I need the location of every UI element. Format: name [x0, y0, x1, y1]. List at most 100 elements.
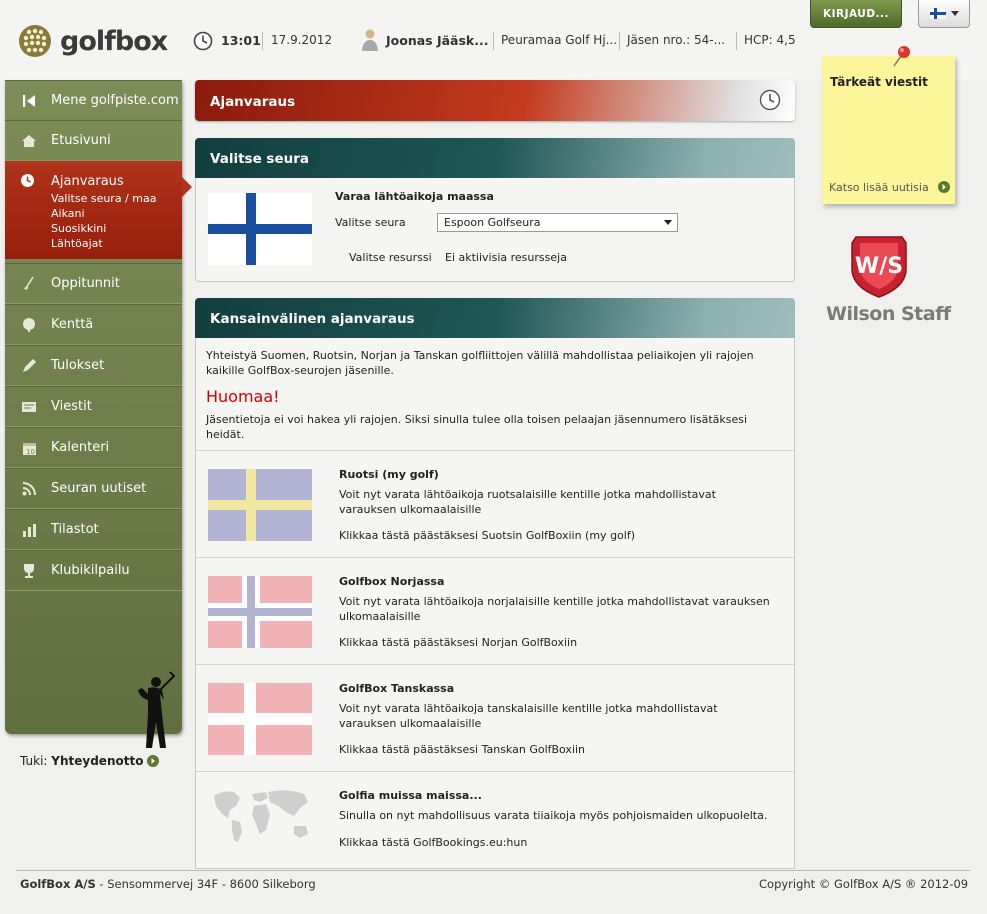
bar-chart-icon	[20, 522, 38, 538]
arrow-right-icon[interactable]	[938, 181, 950, 193]
club-select-value: Espoon Golfseura	[444, 216, 541, 229]
select-club-title: Valitse seura	[210, 151, 309, 167]
wilson-staff-logo[interactable]: W/S Wilson Staff	[826, 235, 951, 325]
message-icon	[20, 399, 38, 415]
ball-icon	[20, 317, 38, 333]
header-separator	[619, 32, 620, 50]
login-button[interactable]: KIRJAUD...	[810, 0, 902, 28]
international-intro: Yhteistyä Suomen, Ruotsin, Norjan ja Tan…	[206, 349, 754, 377]
header-date: 17.9.2012	[271, 33, 333, 47]
sidebar-item-label: Tilastot	[51, 522, 99, 537]
wilson-staff-text: Wilson Staff	[826, 303, 951, 325]
clock-icon	[193, 31, 213, 51]
user-avatar-icon	[362, 29, 378, 51]
footer-divider	[16, 870, 970, 871]
section-divider	[196, 771, 794, 772]
header-club: Peuramaa Golf Hj...	[501, 33, 618, 47]
clock-icon	[20, 173, 35, 192]
sidebar-item-label: Seuran uutiset	[51, 481, 147, 496]
footer-copyright: Copyright © GolfBox A/S ® 2012-09	[759, 877, 969, 891]
golfer-silhouette-icon	[138, 671, 176, 748]
sidebar-subitem-select-club[interactable]: Valitse seura / maa	[51, 192, 156, 205]
header-separator	[262, 32, 263, 50]
rss-icon	[20, 481, 38, 497]
note-title: Tärkeät viestit	[830, 75, 928, 89]
sidebar-item-ajanvaraus[interactable]: Ajanvaraus Valitse seura / maa Aikani Su…	[5, 161, 192, 259]
chevron-down-icon	[664, 220, 672, 225]
wilson-staff-shield-icon: W/S	[851, 236, 907, 298]
sidebar-subitem-tee-times[interactable]: Lähtöajat	[51, 237, 103, 250]
pushpin-icon	[893, 46, 910, 67]
sidebar-item-label: Etusivuni	[51, 133, 111, 148]
sidebar-item-label: Ajanvaraus	[51, 174, 124, 189]
logo-text: golfbox	[60, 25, 168, 57]
trophy-icon	[20, 563, 38, 579]
chevron-down-icon	[950, 11, 959, 16]
sidebar-item-kalenteri[interactable]: 10 Kalenteri	[5, 427, 182, 468]
header-user-name[interactable]: Joonas Jääsk...	[386, 33, 488, 48]
international-title: Kansainvälinen ajanvaraus	[210, 311, 415, 327]
header-hcp: HCP: 4,5	[744, 33, 796, 47]
finland-flag-icon	[208, 193, 312, 265]
denmark-text: Voit nyt varata lähtöaikoja tanskalaisil…	[339, 702, 718, 730]
support-prefix: Tuki:	[20, 754, 48, 768]
section-divider	[196, 664, 794, 665]
arrow-right-icon[interactable]	[147, 755, 160, 767]
footer-address-text: - Sensommervej 34F - 8600 Silkeborg	[95, 877, 316, 891]
club-select[interactable]: Espoon Golfseura	[437, 213, 678, 232]
denmark-link[interactable]: Klikkaa tästä päästäksesi Tanskan GolfBo…	[339, 743, 585, 756]
club-label: Valitse seura	[335, 216, 406, 229]
sidebar-item-label: Kenttä	[51, 317, 94, 332]
pencil-icon	[20, 358, 38, 374]
language-selector[interactable]	[918, 0, 970, 28]
sweden-link[interactable]: Klikkaa tästä päästäksesi Suotsin GolfBo…	[339, 529, 635, 542]
header-member-no: Jäsen nro.: 54-...	[627, 33, 726, 47]
page-title-bar: Ajanvaraus	[195, 80, 795, 121]
sidebar-item-etusivuni[interactable]: Etusivuni	[5, 120, 182, 161]
sidebar-item-kentta[interactable]: Kenttä	[5, 304, 182, 345]
sidebar-item-label: Oppitunnit	[51, 276, 120, 291]
sidebar-item-label: Klubikilpailu	[51, 563, 130, 578]
support-line: Tuki: Yhteydenotto	[20, 754, 160, 768]
svg-text:10: 10	[26, 448, 35, 456]
norway-text: Voit nyt varata lähtöaikoja norjalaisill…	[339, 595, 770, 623]
sidebar-item-tilastot[interactable]: Tilastot	[5, 509, 182, 550]
norway-flag-icon	[208, 576, 312, 648]
finland-flag-icon	[929, 8, 946, 19]
denmark-title: GolfBox Tanskassa	[339, 682, 455, 695]
sidebar-back-link[interactable]: Mene golfpiste.com	[5, 80, 182, 121]
sweden-title: Ruotsi (my golf)	[339, 468, 439, 481]
club-icon	[20, 276, 38, 292]
header-separator	[736, 32, 737, 50]
golfbox-logo[interactable]: golfbox	[18, 24, 168, 58]
sidebar-item-klubikilpailu[interactable]: Klubikilpailu	[5, 550, 182, 591]
select-club-header: Valitse seura	[195, 138, 795, 178]
page-title: Ajanvaraus	[210, 94, 296, 110]
sticky-note: Tärkeät viestit Katso lisää uutisia	[822, 56, 955, 204]
sidebar-item-seuran-uutiset[interactable]: Seuran uutiset	[5, 468, 182, 509]
sidebar: Mene golfpiste.com Etusivuni Ajanvaraus …	[5, 80, 192, 748]
home-icon	[20, 133, 38, 149]
sidebar-item-viestit[interactable]: Viestit	[5, 386, 182, 427]
resource-label: Valitse resurssi	[349, 251, 432, 264]
clock-icon	[759, 89, 781, 111]
select-club-heading: Varaa lähtöaikoja maassa	[335, 190, 494, 203]
support-link[interactable]: Yhteydenotto	[51, 754, 143, 768]
sidebar-item-label: Viestit	[51, 399, 92, 414]
other-link[interactable]: Klikkaa tästä GolfBookings.eu:hun	[339, 836, 527, 849]
international-header: Kansainvälinen ajanvaraus	[195, 298, 795, 338]
sidebar-item-tulokset[interactable]: Tulokset	[5, 345, 182, 386]
world-map-icon	[214, 790, 308, 842]
sweden-flag-icon	[208, 469, 312, 541]
sidebar-subitem-favorites[interactable]: Suosikkini	[51, 222, 106, 235]
footer-address: GolfBox A/S - Sensommervej 34F - 8600 Si…	[20, 877, 316, 891]
svg-text:W/S: W/S	[855, 254, 903, 279]
golfbox-logo-icon	[19, 25, 51, 57]
note-link[interactable]: Katso lisää uutisia	[829, 181, 929, 194]
norway-link[interactable]: Klikkaa tästä päästäksesi Norjan GolfBox…	[339, 636, 577, 649]
footer-company: GolfBox A/S	[20, 877, 96, 891]
sidebar-item-oppitunnit[interactable]: Oppitunnit	[5, 263, 182, 304]
section-divider	[196, 557, 794, 558]
sidebar-subitem-my-times[interactable]: Aikani	[51, 207, 85, 220]
denmark-flag-icon	[208, 683, 312, 755]
